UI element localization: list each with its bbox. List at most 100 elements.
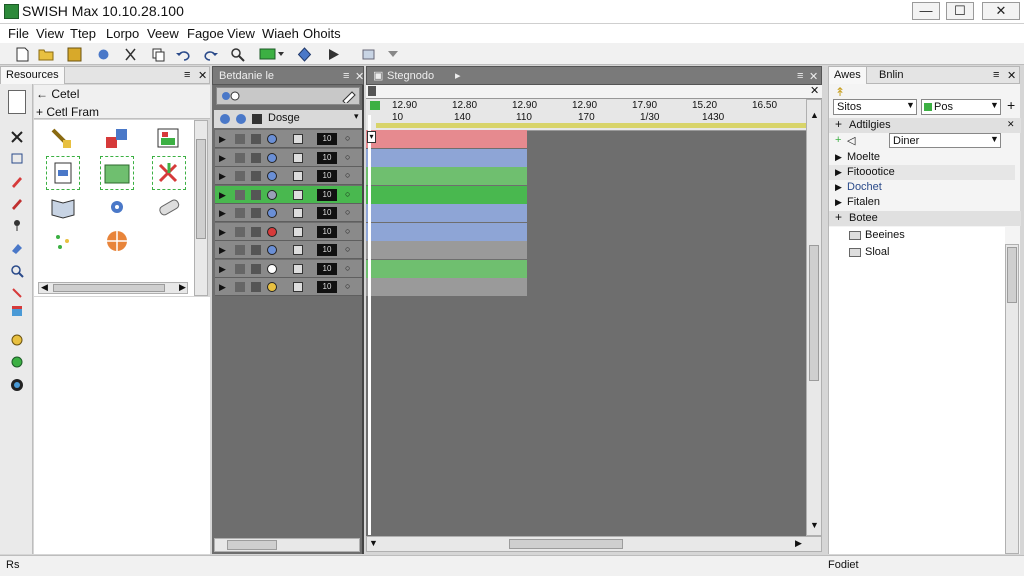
layer-row[interactable]: ▶ 10 ○ [215, 241, 362, 259]
tab-layers[interactable]: Betdanie le [219, 70, 274, 82]
playhead-line[interactable] [368, 115, 371, 535]
menu-file[interactable]: File [8, 26, 29, 41]
scroll-left-icon[interactable]: ◀ [41, 282, 48, 293]
layer-row[interactable]: ▶ 10 ○ [215, 167, 362, 185]
image-asset-icon[interactable] [152, 122, 186, 156]
book-asset-icon[interactable] [46, 190, 80, 224]
layer-frame-icon[interactable] [293, 263, 303, 274]
maximize-button[interactable]: ☐ [946, 2, 974, 20]
panel-close-icon[interactable]: ✕ [809, 70, 818, 83]
layer-lock-header-icon[interactable] [236, 114, 246, 124]
expand-arrow-icon[interactable]: ▶ [219, 264, 229, 274]
scroll-right-icon[interactable]: ▶ [179, 282, 186, 293]
new-file-icon[interactable] [14, 46, 30, 62]
panel-close-icon[interactable]: ✕ [198, 69, 207, 82]
eye-icon[interactable] [235, 208, 245, 218]
open-folder-icon[interactable] [38, 46, 54, 62]
expand-icon[interactable]: + [835, 210, 842, 224]
properties-vscrollbar[interactable] [1005, 244, 1019, 554]
tab-arrow-icon[interactable]: ▸ [455, 69, 461, 82]
layer-frame-icon[interactable] [293, 171, 303, 181]
eye-icon[interactable] [235, 282, 245, 292]
eye-icon[interactable] [235, 189, 245, 200]
timeline-hscrollbar[interactable]: ▼ ▶ [366, 536, 822, 552]
selector-sitos[interactable]: Sitos ▼ [833, 99, 917, 115]
layer-options-icon[interactable]: ○ [345, 207, 355, 217]
arrow-left-icon[interactable]: ◁ [847, 134, 855, 147]
value-input[interactable]: Diner ▼ [889, 133, 1001, 148]
scroll-thumb[interactable] [227, 540, 277, 550]
layers-search-box[interactable] [216, 87, 360, 105]
hand-tool-icon[interactable] [8, 284, 26, 302]
section-botee[interactable]: + Botee [829, 210, 1021, 226]
scroll-thumb[interactable] [1007, 247, 1017, 303]
playhead-handle[interactable]: ▾ [367, 131, 376, 143]
lock-icon[interactable] [251, 282, 261, 292]
selector-pos[interactable]: Pos ▼ [921, 99, 1001, 115]
eye-icon[interactable] [235, 245, 245, 255]
layer-row[interactable]: ▶ 10 ○ [215, 130, 362, 148]
color-tool-icon[interactable] [8, 376, 26, 394]
props-row[interactable]: ▶ Fitalen [829, 195, 1015, 210]
layer-options-icon[interactable]: ○ [345, 133, 355, 143]
layer-options-icon[interactable]: ○ [345, 226, 355, 236]
panel-close-icon[interactable]: ✕ [1007, 69, 1016, 82]
document-asset-icon[interactable] [46, 156, 80, 190]
layer-options-icon[interactable]: ○ [345, 281, 355, 291]
chevron-down-icon[interactable]: ▼ [906, 100, 915, 110]
resources-back-item[interactable]: ← Cetel [36, 87, 79, 101]
layer-row[interactable]: ▶ 10 ○ [215, 204, 362, 222]
menu-veew[interactable]: Veew [147, 26, 179, 41]
menu-ohoits[interactable]: Ohoits [303, 26, 341, 41]
timeline-track[interactable] [366, 241, 527, 259]
layers-filter-icon[interactable] [221, 89, 247, 106]
timeline-track[interactable] [366, 222, 527, 241]
chevron-down-icon[interactable]: ▼ [990, 100, 999, 110]
timeline-track[interactable] [366, 185, 527, 204]
scroll-thumb[interactable] [53, 284, 165, 292]
layer-row[interactable]: ▶ 10 ○ [215, 259, 362, 278]
chevron-down-icon[interactable]: ▾ [354, 111, 359, 122]
pin-icon[interactable]: ↟ [835, 85, 845, 99]
layer-options-icon[interactable]: ○ [345, 244, 355, 254]
layer-frame-icon[interactable] [293, 282, 303, 292]
add-icon[interactable]: + [1007, 97, 1015, 113]
expand-arrow-icon[interactable]: ▶ [219, 245, 229, 255]
scroll-up-icon[interactable]: ▲ [810, 110, 819, 120]
eye-icon[interactable] [235, 226, 245, 237]
lock-icon[interactable] [251, 208, 261, 218]
timeline-track[interactable] [366, 167, 527, 185]
eraser-tool-icon[interactable] [8, 239, 26, 257]
menu-ttep[interactable]: Ttep [70, 26, 96, 41]
layer-frame-icon[interactable] [293, 226, 303, 237]
collapse-icon[interactable]: ✕ [1007, 119, 1015, 130]
layer-type-header-icon[interactable] [252, 114, 262, 124]
resources-add-item[interactable]: + Cetl Fram [36, 105, 99, 119]
folder-row[interactable]: Sloal [829, 244, 1005, 261]
gradient-tool-icon[interactable] [8, 353, 26, 371]
eye-icon[interactable] [235, 171, 245, 181]
zoom-tool-icon[interactable] [8, 262, 26, 280]
expand-arrow-icon[interactable]: ▶ [219, 153, 229, 163]
props-row[interactable]: ▶ Moelte [829, 150, 1015, 165]
scroll-down-icon[interactable]: ▼ [810, 520, 819, 530]
chevron-down-icon[interactable]: ▼ [990, 134, 999, 144]
export-icon[interactable] [360, 46, 376, 62]
lock-icon[interactable] [251, 263, 261, 274]
lock-icon[interactable] [251, 245, 261, 255]
scroll-thumb[interactable] [196, 139, 206, 239]
expand-arrow-icon[interactable]: ▶ [219, 227, 229, 237]
save-icon[interactable] [66, 46, 82, 62]
close-button[interactable]: ✕ [982, 2, 1020, 20]
layer-options-icon[interactable]: ○ [345, 263, 355, 273]
timeline-track[interactable] [366, 148, 527, 167]
timeline-vscrollbar[interactable]: ▲ ▼ [806, 99, 822, 536]
resources-vscrollbar[interactable] [194, 120, 208, 296]
expand-arrow-icon[interactable]: ▶ [219, 134, 229, 144]
panel-menu-icon[interactable]: ≡ [797, 70, 803, 82]
fill-tool-icon[interactable] [8, 302, 26, 320]
pen-tool-icon[interactable] [8, 172, 26, 190]
layers-edit-icon[interactable] [341, 89, 357, 106]
layer-row[interactable]: ▶ 10 ○ [215, 278, 362, 296]
timeline-close-icon[interactable]: ✕ [810, 84, 819, 97]
